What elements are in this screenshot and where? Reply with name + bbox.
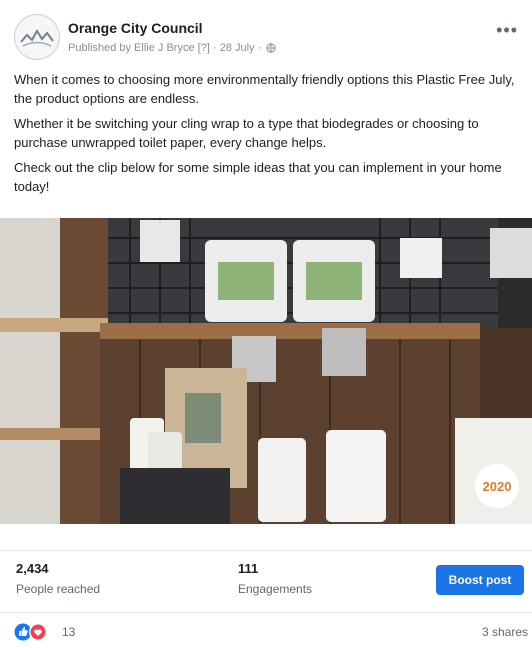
post-insights: 2,434 People reached 111 Engagements Boo…: [0, 550, 532, 605]
post-paragraph: When it comes to choosing more environme…: [14, 72, 515, 106]
page-avatar[interactable]: [14, 14, 60, 60]
post-header: Orange City Council Published by Ellie J…: [14, 12, 524, 62]
meta-separator-2: ·: [257, 42, 262, 55]
video-thumbnail: 2020: [0, 218, 532, 524]
more-options-icon[interactable]: •••: [496, 20, 518, 41]
boost-post-button[interactable]: Boost post: [436, 565, 524, 595]
globe-icon: [266, 43, 277, 53]
reaction-count[interactable]: 13: [62, 625, 75, 639]
engagements-value: 111: [238, 561, 259, 576]
media-badge: 2020: [483, 479, 512, 494]
love-icon: [29, 623, 47, 641]
reaction-icons[interactable]: [14, 623, 58, 641]
engagements[interactable]: 111 Engagements: [238, 561, 312, 596]
published-by[interactable]: Published by Ellie J Bryce: [68, 42, 195, 54]
engagements-label: Engagements: [238, 582, 313, 596]
like-icon: [14, 623, 32, 641]
post-text: When it comes to choosing more environme…: [14, 70, 524, 202]
meta-separator: ·: [212, 42, 217, 55]
people-reached-value: 2,434: [16, 561, 49, 576]
post-date[interactable]: 28 July: [220, 42, 255, 54]
reactions-bar: 13 3 shares: [0, 612, 532, 648]
post-paragraph: Check out the clip below for some simple…: [14, 160, 502, 194]
people-reached[interactable]: 2,434 People reached: [16, 561, 100, 596]
shares-count[interactable]: 3 shares: [482, 625, 528, 639]
post-video[interactable]: 2020: [0, 218, 532, 524]
post-meta: Published by Ellie J Bryce [?] · 28 July…: [68, 42, 277, 55]
help-marker[interactable]: [?]: [198, 42, 210, 54]
page-name[interactable]: Orange City Council: [68, 20, 203, 36]
post-paragraph: Whether it be switching your cling wrap …: [14, 116, 479, 150]
people-reached-label: People reached: [16, 582, 101, 596]
council-logo-icon: [16, 16, 58, 58]
